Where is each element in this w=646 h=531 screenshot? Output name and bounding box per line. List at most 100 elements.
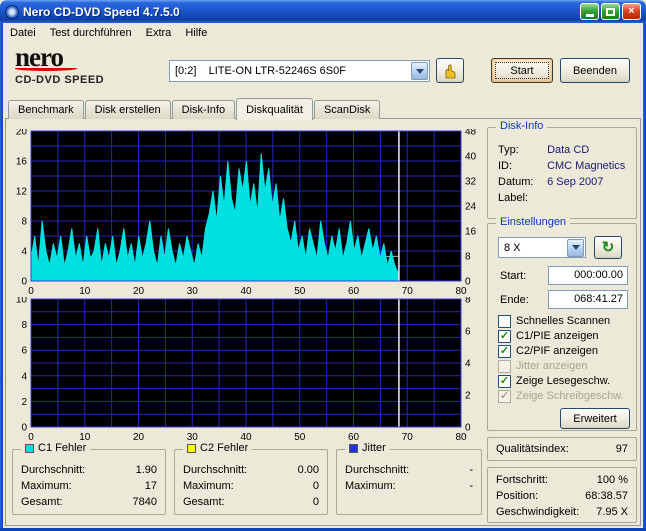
jitter-average-label: Durchschnitt: <box>345 464 410 476</box>
jitter-average-value: - <box>469 464 473 476</box>
checkbox-box: ✓ <box>498 344 511 358</box>
svg-text:0: 0 <box>28 286 34 297</box>
speed-select-value: 8 X <box>504 241 521 254</box>
position-value: 68:38.57 <box>585 490 628 502</box>
menu-test-durchfuehren[interactable]: Test durchführen <box>43 25 139 41</box>
drive-select[interactable]: [0:2] LITE-ON LTR-52246S 6S0F <box>169 60 430 82</box>
disk-id-label: ID: <box>498 160 513 172</box>
advanced-button-label: Erweitert <box>573 412 617 425</box>
c2-color-swatch <box>187 443 196 453</box>
menu-datei[interactable]: Datei <box>3 25 43 41</box>
svg-text:8: 8 <box>465 297 471 306</box>
disk-info-box: Disk-Info Typ: Data CD ID: CMC Magnetics… <box>487 120 637 219</box>
speed-value: 7.95 X <box>596 506 628 518</box>
svg-text:50: 50 <box>294 432 306 443</box>
maximize-button[interactable] <box>601 3 620 20</box>
scan-start-field[interactable]: 000:00.00 <box>548 266 628 285</box>
refresh-drive-button[interactable]: ↻ <box>594 236 622 259</box>
eject-drive-button[interactable] <box>436 58 464 83</box>
close-icon: × <box>628 5 635 17</box>
checkbox-box: ✓ <box>498 359 511 373</box>
settings-box: Einstellungen 8 X ↻ Start: 000:00.00 End… <box>487 216 637 431</box>
quit-button-label: Beenden <box>572 64 618 77</box>
app-icon <box>5 4 19 19</box>
scan-end-field[interactable]: 068:41.27 <box>548 290 628 309</box>
svg-text:24: 24 <box>465 202 477 213</box>
menu-hilfe[interactable]: Hilfe <box>178 25 214 41</box>
c2-total-row: Gesamt: 0 <box>183 496 319 508</box>
diskqualitaet-tab-page: 0 4 8 12 16 20 0 8 16 24 32 40 48 0 10 20 30 40 50 60 70 80 0… <box>5 118 641 526</box>
c2-legend-title: C2 Fehler <box>200 442 249 454</box>
checkbox-label: Zeige Lesegeschw. <box>516 375 611 387</box>
c2-maximum-value: 0 <box>312 480 319 492</box>
disk-label-label: Label: <box>498 192 528 204</box>
check-icon: ✓ <box>499 329 510 342</box>
checkbox-c1-pie-anzeigen[interactable]: ✓ C1/PIE anzeigen <box>498 329 599 343</box>
tab-benchmark[interactable]: Benchmark <box>8 100 84 119</box>
speed-label: Geschwindigkeit: <box>496 506 580 518</box>
speed-select-dropdown-button[interactable] <box>567 238 584 257</box>
tab-disk-erstellen[interactable]: Disk erstellen <box>84 100 171 119</box>
checkbox-box: ✓ <box>498 329 511 343</box>
app-window: Nero CD-DVD Speed 4.7.5.0 × Datei Test d… <box>0 0 646 531</box>
jitter-color-swatch <box>349 443 358 453</box>
checkbox-label: Jitter anzeigen <box>516 360 588 372</box>
scan-end-label: Ende: <box>500 294 529 306</box>
svg-text:8: 8 <box>21 217 27 228</box>
focus-rect <box>495 62 549 79</box>
progress-panel: Fortschritt: 100 % Position: 68:38.57 Ge… <box>487 467 637 523</box>
svg-text:0: 0 <box>21 423 27 434</box>
speed-row: Geschwindigkeit: 7.95 X <box>496 506 628 518</box>
drive-select-dropdown-button[interactable] <box>411 62 428 80</box>
tab-scandisk[interactable]: ScanDisk <box>313 100 381 119</box>
position-row: Position: 68:38.57 <box>496 490 628 502</box>
svg-text:16: 16 <box>465 227 477 238</box>
jitter-maximum-row: Maximum: - <box>345 480 473 492</box>
svg-text:10: 10 <box>79 286 91 297</box>
checkbox-box: ✓ <box>498 314 511 328</box>
disk-id-row: ID: CMC Magnetics <box>498 160 630 172</box>
progress-row: Fortschritt: 100 % <box>496 474 628 486</box>
nero-logo-subtext: CD-DVD SPEED <box>15 74 105 86</box>
checkbox-label: Zeige Schreibgeschw. <box>516 390 624 402</box>
svg-text:8: 8 <box>21 320 27 331</box>
tab-disk-info[interactable]: Disk-Info <box>171 100 236 119</box>
checkbox-schnelles-scannen[interactable]: ✓ Schnelles Scannen <box>498 314 610 328</box>
speed-select[interactable]: 8 X <box>498 237 586 258</box>
svg-text:2: 2 <box>465 391 471 402</box>
checkbox-zeige-lesegeschw[interactable]: ✓ Zeige Lesegeschw. <box>498 374 610 388</box>
jitter-maximum-label: Maximum: <box>345 480 396 492</box>
close-button[interactable]: × <box>622 3 641 20</box>
c1-legend-box: C1 Fehler Durchschnitt: 1.90 Maximum: 17… <box>12 442 166 515</box>
disk-date-row: Datum: 6 Sep 2007 <box>498 176 630 188</box>
c2-error-chart: 0 2 4 6 8 10 0 2 4 6 8 0 10 20 30 40 50 60 70 80 <box>11 295 477 446</box>
quit-button[interactable]: Beenden <box>560 58 630 83</box>
check-icon: ✓ <box>499 374 510 387</box>
svg-text:48: 48 <box>465 129 477 138</box>
scan-start-label: Start: <box>500 270 527 282</box>
jitter-legend-box: Jitter Durchschnitt: - Maximum: - <box>336 442 482 515</box>
window-border-left <box>0 23 3 531</box>
c1-maximum-row: Maximum: 17 <box>21 480 157 492</box>
check-icon: ✓ <box>499 389 510 402</box>
position-label: Position: <box>496 490 539 502</box>
c1-legend-title: C1 Fehler <box>38 442 87 454</box>
menu-bar: Datei Test durchführen Extra Hilfe <box>3 23 643 43</box>
checkbox-c2-pif-anzeigen[interactable]: ✓ C2/PIF anzeigen <box>498 344 598 358</box>
c1-error-chart: 0 4 8 12 16 20 0 8 16 24 32 40 48 0 10 20 30 40 50 60 70 80 <box>11 127 477 300</box>
advanced-button[interactable]: Erweitert <box>560 408 630 429</box>
start-button[interactable]: Start <box>491 58 553 83</box>
c1-total-row: Gesamt: 7840 <box>21 496 157 508</box>
c2-maximum-label: Maximum: <box>183 480 234 492</box>
minimize-button[interactable] <box>580 3 599 20</box>
c1-average-row: Durchschnitt: 1.90 <box>21 464 157 476</box>
c2-average-label: Durchschnitt: <box>183 464 248 476</box>
c1-maximum-label: Maximum: <box>21 480 72 492</box>
title-bar[interactable]: Nero CD-DVD Speed 4.7.5.0 × <box>0 0 646 23</box>
c1-average-label: Durchschnitt: <box>21 464 86 476</box>
checkbox-box: ✓ <box>498 389 511 403</box>
quality-index-value: 97 <box>615 443 628 455</box>
svg-text:12: 12 <box>16 187 28 198</box>
menu-extra[interactable]: Extra <box>139 25 179 41</box>
tab-diskqualitaet[interactable]: Diskqualität <box>236 98 313 120</box>
